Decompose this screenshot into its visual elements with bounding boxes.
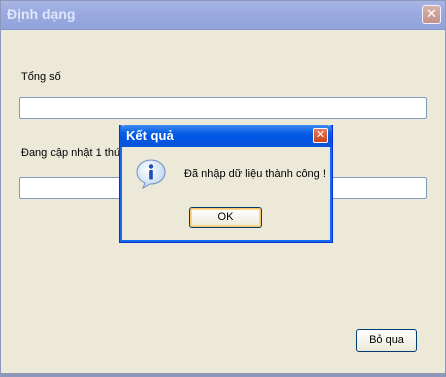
info-icon [136,159,166,190]
main-titlebar[interactable]: Định dạng ✕ [1,1,445,30]
ok-button[interactable]: OK [189,207,262,228]
main-close-button[interactable]: ✕ [422,5,441,24]
close-icon: ✕ [315,129,326,141]
close-icon: ✕ [426,6,437,21]
total-label: Tổng số [21,71,61,83]
window-bottom-border [1,373,445,376]
dialog-close-button[interactable]: ✕ [313,128,328,143]
dialog-message: Đã nhập dữ liệu thành công ! [184,168,326,180]
dialog-titlebar[interactable]: Kết quả ✕ [120,125,332,147]
updating-label: Đang cập nhật 1 thứ [21,147,121,159]
window-title: Định dạng [7,6,76,22]
result-dialog: Kết quả ✕ Đã nhập dữ liệu thành công ! O… [119,125,333,243]
skip-button[interactable]: Bỏ qua [356,329,417,352]
total-input[interactable] [19,97,427,119]
dialog-title: Kết quả [126,128,174,143]
